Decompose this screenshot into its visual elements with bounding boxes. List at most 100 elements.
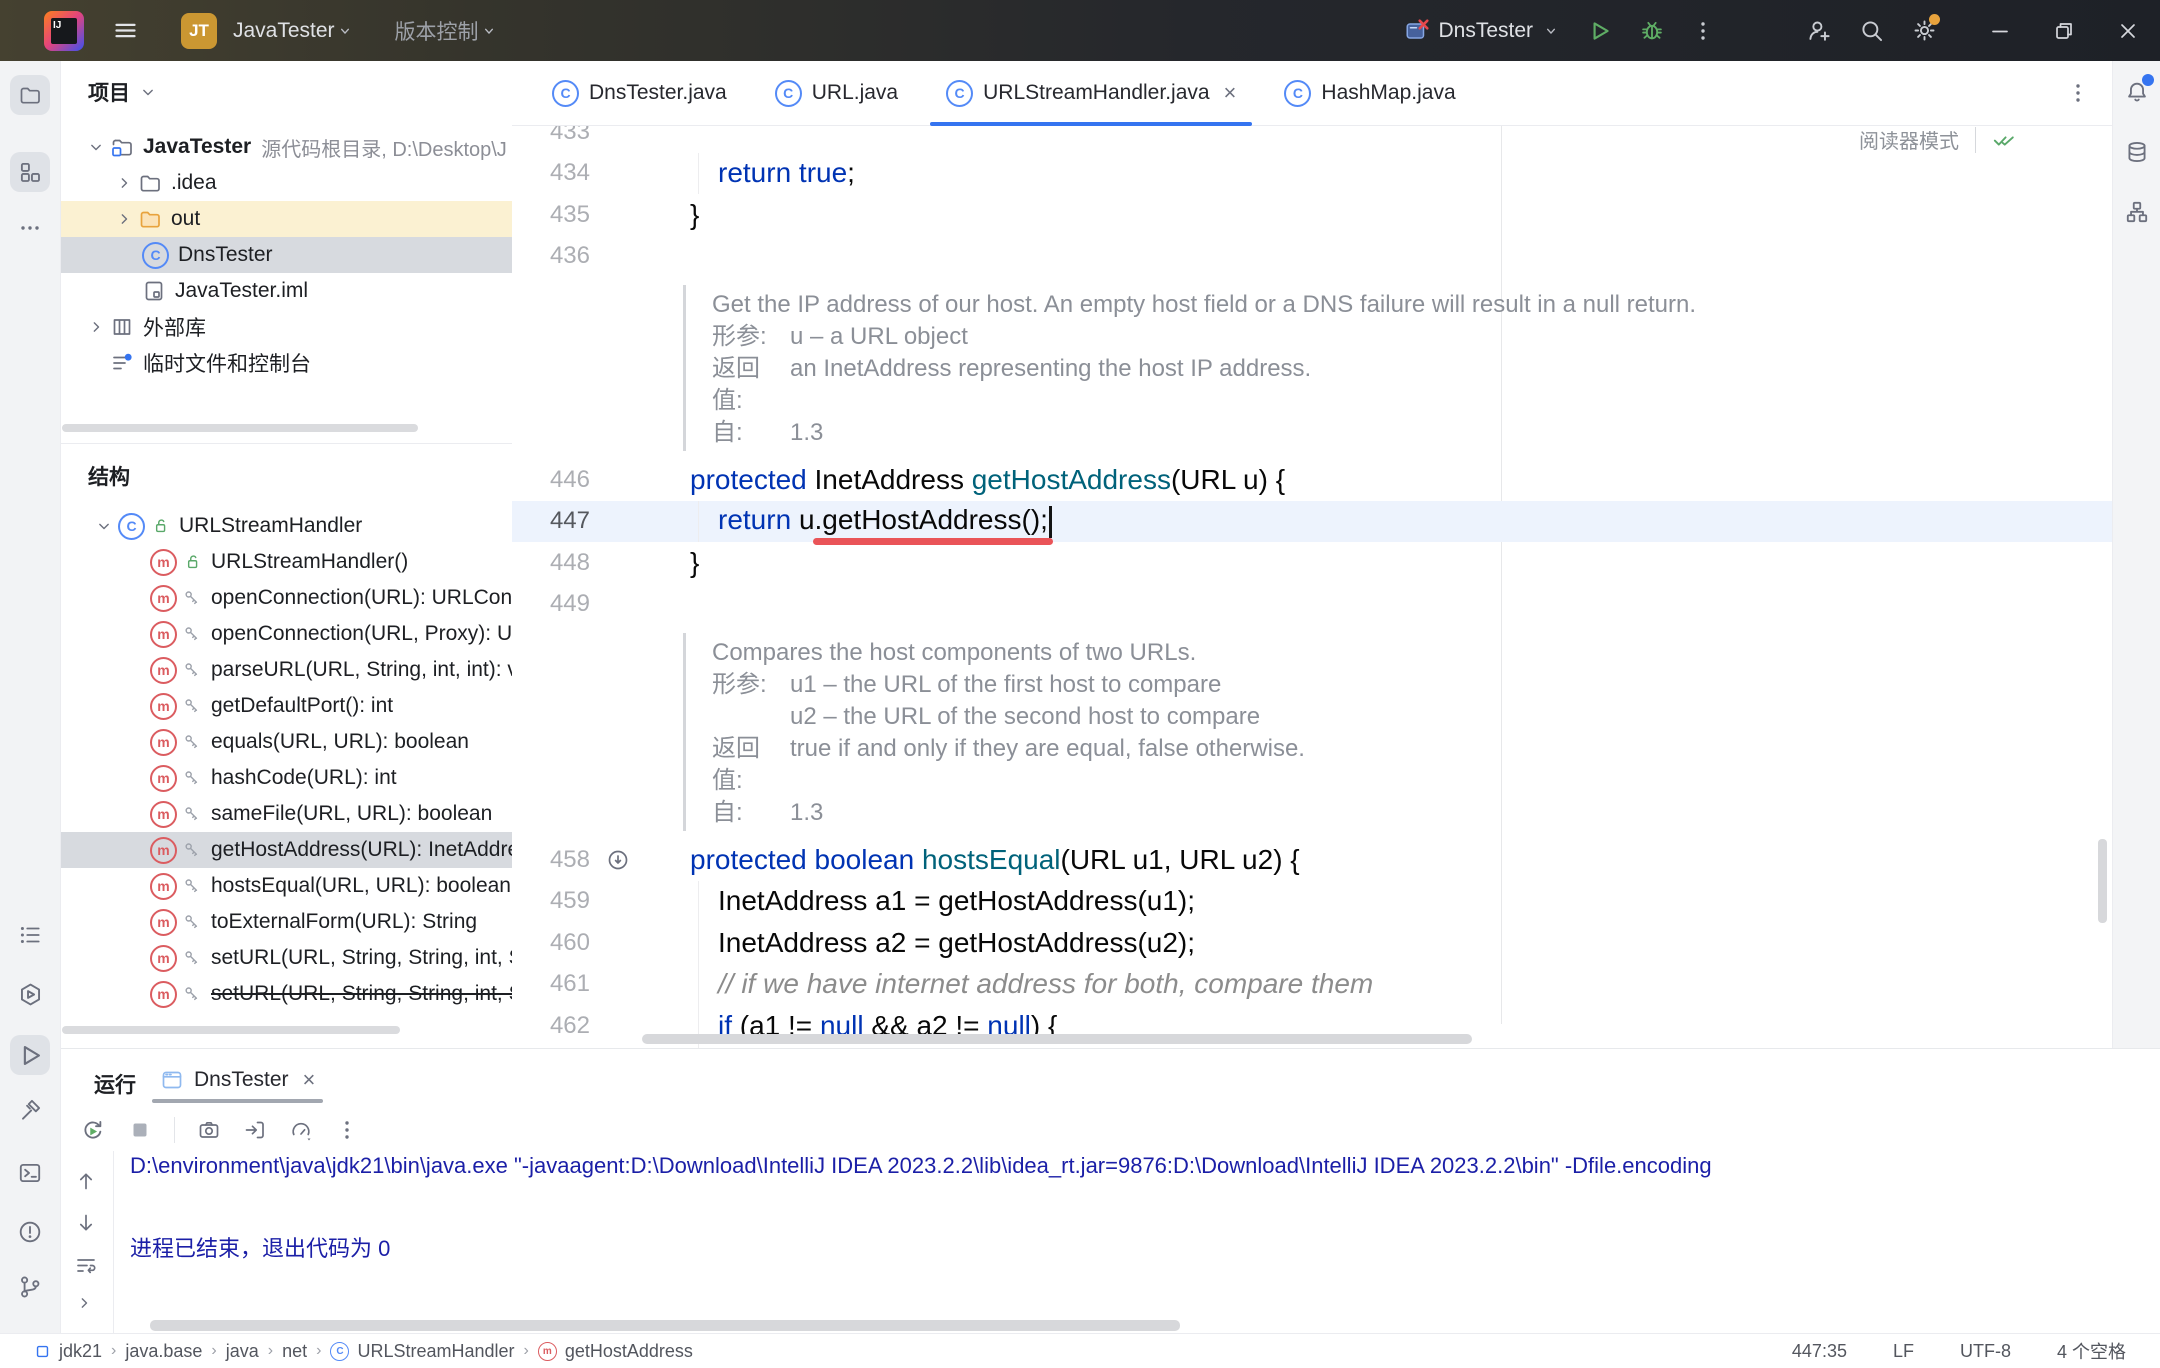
minimize-button[interactable] xyxy=(1968,0,2032,61)
structure-tool-icon[interactable] xyxy=(10,152,50,192)
database-tool-icon[interactable] xyxy=(2121,136,2153,168)
more-actions-icon[interactable] xyxy=(1691,19,1715,43)
debug-button[interactable] xyxy=(1639,18,1665,44)
next-occurrence-icon[interactable] xyxy=(74,1211,98,1235)
console-horizontal-scrollbar[interactable] xyxy=(150,1320,1180,1331)
stop-button[interactable] xyxy=(128,1118,152,1142)
reader-mode-widget[interactable]: 阅读器模式 xyxy=(1859,125,2016,154)
code-line[interactable]: 459InetAddress a1 = getHostAddress(u1); xyxy=(512,881,2112,923)
breadcrumb[interactable]: jdk21 xyxy=(34,1341,102,1362)
profiler-icon[interactable] xyxy=(289,1118,313,1142)
project-tree-item[interactable]: 临时文件和控制台 xyxy=(60,345,512,381)
breadcrumb[interactable]: java.base xyxy=(125,1341,202,1362)
structure-tree-item[interactable]: mopenConnection(URL, Proxy): URLConnecti… xyxy=(60,616,512,652)
structure-tree-item[interactable]: msameFile(URL, URL): boolean xyxy=(60,796,512,832)
structure-tree-item[interactable]: mURLStreamHandler() xyxy=(60,544,512,580)
run-tool-icon[interactable] xyxy=(10,1035,50,1075)
structure-horizontal-scrollbar[interactable] xyxy=(62,1026,400,1034)
breadcrumb[interactable]: CURLStreamHandler xyxy=(330,1341,514,1362)
structure-tree-item[interactable]: mequals(URL, URL): boolean xyxy=(60,724,512,760)
version-control-tool-icon[interactable] xyxy=(10,1267,50,1307)
run-panel-title[interactable]: 运行 xyxy=(94,1069,136,1099)
import-test-results-icon[interactable] xyxy=(243,1118,267,1142)
hierarchy-tool-icon[interactable] xyxy=(2121,196,2153,228)
breadcrumb[interactable]: mgetHostAddress xyxy=(538,1341,693,1362)
run-button[interactable] xyxy=(1587,18,1613,44)
structure-panel-title[interactable]: 结构 xyxy=(88,461,130,491)
structure-tree-item[interactable]: mhostsEqual(URL, URL): boolean xyxy=(60,868,512,904)
structure-tree-item[interactable]: mtoExternalForm(URL): String xyxy=(60,904,512,940)
breadcrumb[interactable]: java xyxy=(226,1341,259,1362)
run-configuration-selector[interactable]: DnsTester xyxy=(1404,18,1561,44)
structure-tree-item[interactable]: mhashCode(URL): int xyxy=(60,760,512,796)
settings-button[interactable] xyxy=(1911,17,1938,44)
code-line[interactable]: 461// if we have internet address for bo… xyxy=(512,964,2112,1006)
editor-horizontal-scrollbar[interactable] xyxy=(642,1034,1472,1044)
project-tree-item[interactable]: JavaTester.iml xyxy=(60,273,512,309)
code-line[interactable]: 458protected boolean hostsEqual(URL u1, … xyxy=(512,839,2112,881)
code-viewport[interactable]: 433434return true;435}436Get the IP addr… xyxy=(512,125,2112,1048)
expand-icon[interactable] xyxy=(74,1293,94,1313)
structure-tree-item[interactable]: mgetHostAddress(URL): InetAddress xyxy=(60,832,512,868)
file-encoding[interactable]: UTF-8 xyxy=(1960,1341,2011,1362)
structure-tree-item[interactable]: msetURL(URL, String, String, int, String… xyxy=(60,940,512,976)
editor-vertical-scrollbar[interactable] xyxy=(2098,839,2107,923)
editor-tab[interactable]: CURLStreamHandler.java× xyxy=(922,61,1260,125)
code-line[interactable]: 448} xyxy=(512,542,2112,584)
vcs-menu[interactable]: 版本控制 xyxy=(395,16,479,46)
project-tree-item[interactable]: out xyxy=(60,201,512,237)
code-line[interactable]: 449 xyxy=(512,584,2112,626)
code-line[interactable]: 436 xyxy=(512,236,2112,278)
project-horizontal-scrollbar[interactable] xyxy=(62,424,418,432)
structure-tree-item[interactable]: msetURL(URL, String, String, int, String… xyxy=(60,976,512,1012)
structure-tree-item[interactable]: mgetDefaultPort(): int xyxy=(60,688,512,724)
code-line[interactable]: 460InetAddress a2 = getHostAddress(u2); xyxy=(512,922,2112,964)
notifications-button[interactable] xyxy=(2121,76,2153,108)
project-badge[interactable]: JT xyxy=(181,13,217,49)
overridden-marker-icon[interactable] xyxy=(606,847,630,879)
project-name[interactable]: JavaTester xyxy=(233,19,335,43)
editor-tab[interactable]: CHashMap.java xyxy=(1260,61,1479,125)
add-user-icon[interactable] xyxy=(1805,17,1832,44)
services-tool-icon[interactable] xyxy=(10,974,50,1014)
build-tool-icon[interactable] xyxy=(10,1090,50,1130)
close-button[interactable] xyxy=(2096,0,2160,61)
editor-tab[interactable]: CURL.java xyxy=(751,61,922,125)
project-panel-title[interactable]: 项目 xyxy=(88,77,158,107)
project-tool-icon[interactable] xyxy=(10,75,50,115)
structure-tree-item[interactable]: CURLStreamHandler xyxy=(60,508,512,544)
chevron-down-icon[interactable] xyxy=(479,21,499,41)
more-tools-icon[interactable] xyxy=(10,208,50,248)
structure-tree-item[interactable]: mparseURL(URL, String, int, int): void xyxy=(60,652,512,688)
capture-snapshot-icon[interactable] xyxy=(197,1118,221,1142)
rerun-button[interactable] xyxy=(80,1117,106,1143)
prev-occurrence-icon[interactable] xyxy=(74,1169,98,1193)
indent-setting[interactable]: 4 个空格 xyxy=(2057,1338,2126,1364)
close-icon[interactable]: × xyxy=(1224,80,1237,106)
todo-tool-icon[interactable] xyxy=(10,915,50,955)
project-tree-item[interactable]: .idea xyxy=(60,165,512,201)
code-line[interactable]: 434return true; xyxy=(512,153,2112,195)
console-output[interactable]: D:\environment\java\jdk21\bin\java.exe "… xyxy=(130,1151,2160,1320)
structure-tree-item[interactable]: mopenConnection(URL): URLConnection xyxy=(60,580,512,616)
problems-tool-icon[interactable] xyxy=(10,1212,50,1252)
soft-wrap-icon[interactable] xyxy=(74,1253,98,1277)
terminal-tool-icon[interactable] xyxy=(10,1153,50,1193)
search-everywhere-icon[interactable] xyxy=(1858,17,1885,44)
chevron-down-icon[interactable] xyxy=(335,21,355,41)
code-line[interactable]: 447return u.getHostAddress(); xyxy=(512,501,2112,543)
code-line[interactable]: 435} xyxy=(512,194,2112,236)
line-ending[interactable]: LF xyxy=(1893,1341,1914,1362)
caret-position[interactable]: 447:35 xyxy=(1792,1341,1847,1362)
tab-options-icon[interactable] xyxy=(2066,81,2090,105)
breadcrumb[interactable]: net xyxy=(282,1341,307,1362)
inspections-ok-icon[interactable] xyxy=(1992,128,2016,152)
project-tree-item[interactable]: JavaTester源代码根目录, D:\Desktop\J xyxy=(60,129,512,165)
more-actions-icon[interactable] xyxy=(335,1118,359,1142)
code-line[interactable]: 446protected InetAddress getHostAddress(… xyxy=(512,459,2112,501)
run-tab[interactable]: DnsTester × xyxy=(152,1057,323,1103)
project-tree-item[interactable]: CDnsTester xyxy=(60,237,512,273)
main-menu-icon[interactable] xyxy=(112,17,139,44)
close-icon[interactable]: × xyxy=(303,1067,316,1093)
project-tree-item[interactable]: 外部库 xyxy=(60,309,512,345)
